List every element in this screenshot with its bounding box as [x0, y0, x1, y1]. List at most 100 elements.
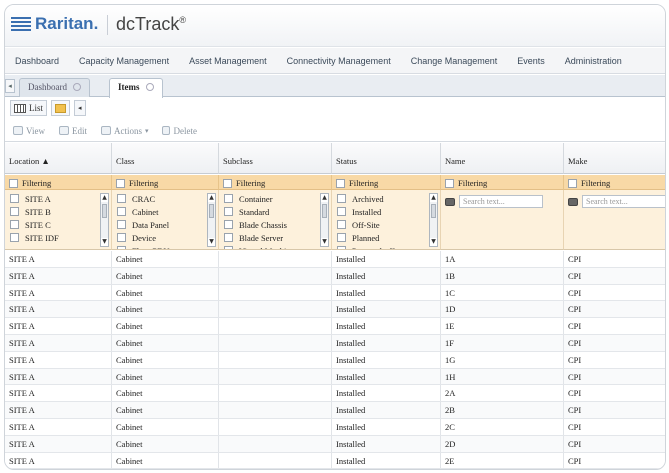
folder-button[interactable]	[51, 100, 71, 116]
filter-toggle-class[interactable]: Filtering	[112, 175, 219, 190]
table-row[interactable]: SITE A Cabinet Installed 2A CPI	[5, 385, 665, 403]
nav-item-capacity-management[interactable]: Capacity Management	[69, 56, 179, 66]
nav-item-events[interactable]: Events	[507, 56, 555, 66]
close-tab-icon[interactable]	[145, 83, 154, 91]
filter-toggle-make[interactable]: Filtering	[564, 175, 665, 190]
option-checkbox[interactable]	[117, 246, 126, 249]
scroll-down-icon[interactable]: ▼	[101, 238, 108, 246]
view-button[interactable]: View	[13, 126, 45, 136]
filter-checkbox[interactable]	[568, 178, 577, 188]
option-checkbox[interactable]	[337, 233, 346, 242]
scroll-thumb[interactable]	[102, 204, 107, 218]
filter-toggle-location[interactable]: Filtering	[5, 175, 112, 190]
table-row[interactable]: SITE A Cabinet Installed 1D CPI	[5, 301, 665, 319]
edit-button[interactable]: Edit	[58, 126, 87, 136]
option-checkbox[interactable]	[10, 194, 19, 203]
search-input[interactable]: Search text...	[459, 195, 543, 208]
option-checkbox[interactable]	[10, 207, 19, 216]
table-row[interactable]: SITE A Cabinet Installed 1G CPI	[5, 351, 665, 369]
table-row[interactable]: SITE A Cabinet Installed 1B CPI	[5, 267, 665, 285]
filter-option[interactable]: Powered-off	[335, 244, 427, 249]
filter-option[interactable]: CRAC	[115, 192, 205, 205]
option-checkbox[interactable]	[10, 220, 19, 229]
filter-option[interactable]: SITE A	[8, 192, 98, 205]
filter-option[interactable]: Device	[115, 231, 205, 244]
scroll-thumb[interactable]	[209, 204, 214, 218]
option-checkbox[interactable]	[224, 194, 233, 203]
table-row[interactable]: SITE A Cabinet Installed 2D CPI	[5, 435, 665, 453]
option-checkbox[interactable]	[337, 220, 346, 229]
option-checkbox[interactable]	[224, 233, 233, 242]
column-header-class[interactable]: Class	[112, 143, 219, 174]
table-row[interactable]: SITE A Cabinet Installed 1E CPI	[5, 318, 665, 335]
column-header-subclass[interactable]: Subclass	[219, 143, 332, 174]
option-checkbox[interactable]	[224, 246, 233, 249]
nav-item-administration[interactable]: Administration	[555, 56, 632, 66]
filter-option[interactable]: Floor PDU	[115, 244, 205, 249]
filter-scrollbar[interactable]: ▲ ▼	[429, 193, 438, 247]
filter-option[interactable]: Virtual Machine	[222, 244, 318, 249]
filter-option[interactable]: SITE IDF	[8, 231, 98, 244]
filter-scrollbar[interactable]: ▲ ▼	[320, 193, 329, 247]
scroll-up-icon[interactable]: ▲	[321, 194, 328, 202]
scroll-down-icon[interactable]: ▼	[321, 238, 328, 246]
table-row[interactable]: SITE A Cabinet Installed 2C CPI	[5, 418, 665, 436]
column-header-location[interactable]: Location ▲	[5, 143, 112, 174]
filter-option[interactable]: Off-Site	[335, 218, 427, 231]
nav-item-change-management[interactable]: Change Management	[401, 56, 508, 66]
actions-button[interactable]: Actions ▾	[100, 126, 148, 136]
filter-option[interactable]: Blade Server	[222, 231, 318, 244]
scroll-up-icon[interactable]: ▲	[101, 194, 108, 202]
table-row[interactable]: SITE ACabinet Installed2FCPI	[5, 469, 665, 470]
table-row[interactable]: SITE A Cabinet Installed 1H CPI	[5, 368, 665, 386]
scroll-thumb[interactable]	[431, 204, 436, 218]
search-input[interactable]: Search text...	[582, 195, 665, 208]
filter-option[interactable]: Data Panel	[115, 218, 205, 231]
filter-option[interactable]: Archived	[335, 192, 427, 205]
table-row[interactable]: SITE A Cabinet Installed 1C CPI	[5, 284, 665, 302]
collapse-button[interactable]: ◂	[74, 100, 86, 116]
filter-checkbox[interactable]	[9, 178, 18, 188]
tab-scroll-left-icon[interactable]: ◂	[5, 79, 15, 93]
table-row[interactable]: SITE A Cabinet Installed 1A CPI	[5, 251, 665, 268]
tab-dashboard[interactable]: Dashboard	[19, 78, 90, 97]
tab-items[interactable]: Items	[109, 78, 163, 98]
table-row[interactable]: SITE A Cabinet Installed 2B CPI	[5, 402, 665, 419]
option-checkbox[interactable]	[117, 207, 126, 216]
scroll-down-icon[interactable]: ▼	[208, 238, 215, 246]
filter-option[interactable]: SITE B	[8, 205, 98, 218]
filter-option[interactable]: Blade Chassis	[222, 218, 318, 231]
filter-checkbox[interactable]	[445, 178, 454, 188]
filter-option[interactable]: Planned	[335, 231, 427, 244]
option-checkbox[interactable]	[224, 220, 233, 229]
option-checkbox[interactable]	[337, 246, 346, 249]
option-checkbox[interactable]	[117, 233, 126, 242]
nav-item-connectivity-management[interactable]: Connectivity Management	[277, 56, 401, 66]
option-checkbox[interactable]	[337, 207, 346, 216]
option-checkbox[interactable]	[117, 194, 126, 203]
scroll-up-icon[interactable]: ▲	[208, 194, 215, 202]
scroll-down-icon[interactable]: ▼	[430, 238, 437, 246]
filter-toggle-status[interactable]: Filtering	[332, 175, 441, 190]
filter-option[interactable]: Cabinet	[115, 205, 205, 218]
filter-checkbox[interactable]	[223, 178, 232, 188]
option-checkbox[interactable]	[10, 233, 19, 242]
table-row[interactable]: SITE A Cabinet Installed 2E CPI	[5, 452, 665, 469]
filter-checkbox[interactable]	[336, 178, 345, 188]
option-checkbox[interactable]	[224, 207, 233, 216]
filter-option[interactable]: SITE C	[8, 218, 98, 231]
filter-scrollbar[interactable]: ▲ ▼	[100, 193, 109, 247]
table-row[interactable]: SITE A Cabinet Installed 1F CPI	[5, 334, 665, 352]
filter-toggle-name[interactable]: Filtering	[441, 175, 564, 190]
filter-scrollbar[interactable]: ▲ ▼	[207, 193, 216, 247]
list-view-button[interactable]: List	[10, 100, 48, 116]
scroll-thumb[interactable]	[322, 204, 327, 218]
filter-checkbox[interactable]	[116, 178, 125, 188]
filter-toggle-subclass[interactable]: Filtering	[219, 175, 332, 190]
close-tab-icon[interactable]	[73, 83, 81, 91]
delete-button[interactable]: Delete	[162, 126, 197, 136]
nav-item-asset-management[interactable]: Asset Management	[179, 56, 277, 66]
option-checkbox[interactable]	[337, 194, 346, 203]
nav-item-dashboard[interactable]: Dashboard	[5, 56, 69, 66]
column-header-make[interactable]: Make	[564, 143, 665, 174]
